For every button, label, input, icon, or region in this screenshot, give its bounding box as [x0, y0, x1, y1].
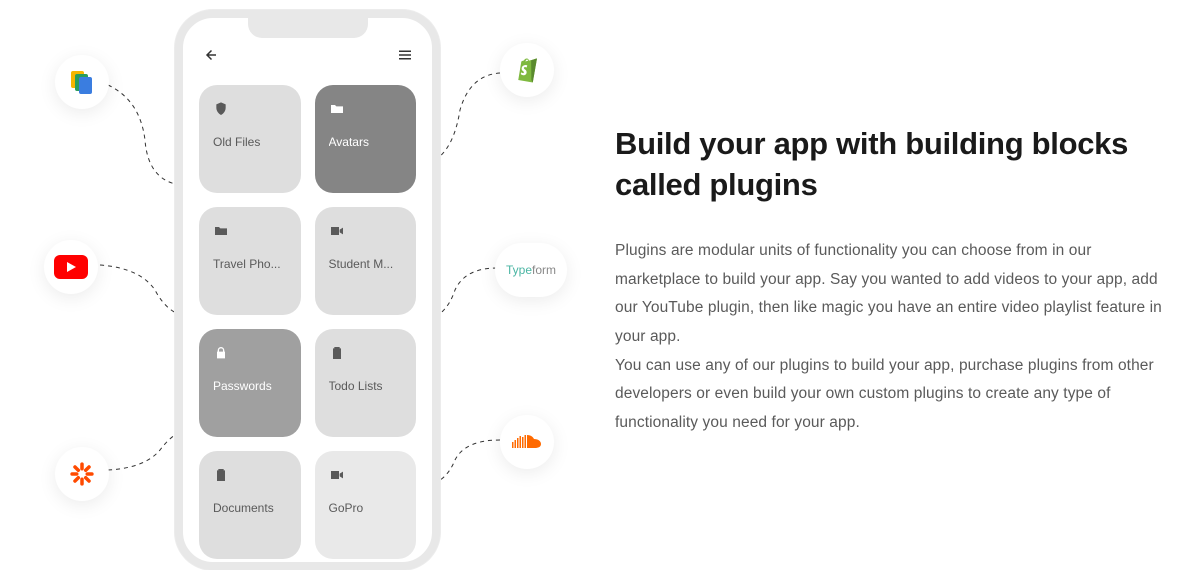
- tile-documents[interactable]: Documents: [199, 451, 301, 559]
- folder-icon: [213, 223, 229, 239]
- zapier-icon: [55, 447, 109, 501]
- back-arrow-icon[interactable]: [201, 46, 219, 69]
- tile-label: Student M...: [329, 257, 403, 271]
- youtube-icon: [44, 240, 98, 294]
- clipboard-icon: [329, 345, 345, 361]
- tile-label: Avatars: [329, 135, 403, 149]
- tile-label: Todo Lists: [329, 379, 403, 393]
- tile-travel-photos[interactable]: Travel Pho...: [199, 207, 301, 315]
- tile-old-files[interactable]: Old Files: [199, 85, 301, 193]
- tile-gopro[interactable]: GoPro: [315, 451, 417, 559]
- shopify-icon: [500, 43, 554, 97]
- tile-label: Documents: [213, 501, 287, 515]
- page-description: Plugins are modular units of functionali…: [615, 237, 1170, 438]
- tile-avatars[interactable]: Avatars: [315, 85, 417, 193]
- google-docs-icon: [55, 55, 109, 109]
- tile-label: Passwords: [213, 379, 287, 393]
- video-icon: [329, 467, 345, 483]
- clipboard-icon: [213, 467, 229, 483]
- lock-icon: [213, 345, 229, 361]
- tile-label: GoPro: [329, 501, 403, 515]
- typeform-icon: Typeform: [495, 243, 567, 297]
- tile-label: Old Files: [213, 135, 287, 149]
- illustration-area: Typeform: [0, 0, 600, 562]
- video-icon: [329, 223, 345, 239]
- tile-todo-lists[interactable]: Todo Lists: [315, 329, 417, 437]
- soundcloud-icon: [500, 415, 554, 469]
- tile-student-media[interactable]: Student M...: [315, 207, 417, 315]
- page-heading: Build your app with building blocks call…: [615, 124, 1170, 205]
- phone-screen: Old Files Avatars Travel Pho...: [183, 18, 432, 562]
- tile-label: Travel Pho...: [213, 257, 287, 271]
- text-content: Build your app with building blocks call…: [600, 124, 1200, 437]
- shield-icon: [213, 101, 229, 117]
- hamburger-icon[interactable]: [396, 46, 414, 69]
- tile-passwords[interactable]: Passwords: [199, 329, 301, 437]
- folder-icon: [329, 101, 345, 117]
- phone-mockup: Old Files Avatars Travel Pho...: [175, 10, 440, 570]
- tile-grid: Old Files Avatars Travel Pho...: [195, 81, 420, 562]
